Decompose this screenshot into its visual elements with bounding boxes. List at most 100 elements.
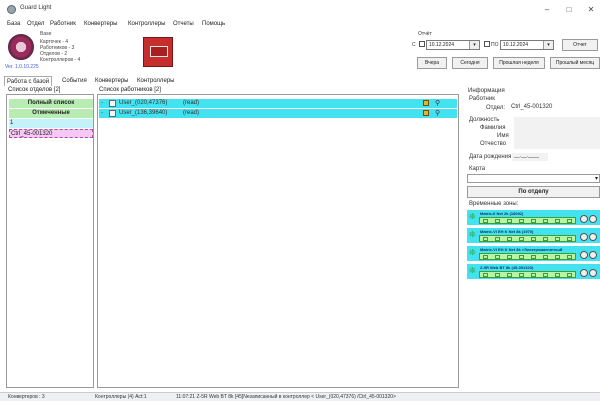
to-checkbox[interactable] [484,41,490,47]
tab-controllers[interactable]: Контроллеры [135,76,176,86]
worker-mode: (read) [183,100,200,106]
toggle-on[interactable] [580,233,588,241]
menu-base[interactable]: База [7,21,20,27]
zone-title: Matrix-VI EH K Net 8k <Электромагнитный [480,247,563,252]
birth-field[interactable]: __.__.____ [512,153,548,161]
toggle-on[interactable] [580,251,588,259]
patronymic-label: Отчество [480,141,507,147]
zone-title: Matrix-II Net 2k (18092) [480,211,524,216]
card-select[interactable]: ▾ [467,174,600,183]
calendar-dropdown-icon[interactable]: ▾ [469,41,479,49]
patronymic-value [514,141,600,149]
toggle-on[interactable] [580,269,588,277]
menu-worker[interactable]: Работник [50,21,76,27]
from-checkbox[interactable] [419,41,425,47]
app-icon [7,5,16,14]
toggle-off[interactable] [589,251,597,259]
zone-title: Z-5R Web BT 8k (45-001320) [480,265,534,270]
birth-value: __.__.____ [514,153,540,159]
calendar-dropdown-icon[interactable]: ▾ [543,41,553,49]
menu-converters[interactable]: Конвертеры [84,21,117,27]
last-month-button[interactable]: Прошлый месяц [550,57,600,69]
version-label: Ver. 1.0.10.225 [5,64,39,70]
workers-list[interactable]: - User_(020,47376) (read) ⚲ - User_(136,… [97,94,459,388]
zone-row[interactable]: ❊ Matrix-VI EH K Net 8k <Электромагнитны… [467,246,600,261]
surname-label: Фамилия [480,125,506,131]
maximize-button[interactable]: □ [560,4,578,16]
controllers-count: Контроллеров - 4 [40,57,81,63]
departments-header-text: Список отделов [2] [8,87,61,93]
menu-controllers[interactable]: Контроллеры [128,21,165,27]
tab-converters[interactable]: Конвертеры [93,76,130,86]
title-bar: Guard Light – □ ✕ [0,0,600,20]
status-message: 11:07:21 Z-5R Web BT 8k [45]Neзаписанный… [176,394,396,400]
yesterday-button[interactable]: Вчера [417,57,447,69]
menu-help[interactable]: Помощь [202,21,225,27]
controller-device-image [143,37,173,67]
card-icon[interactable] [423,110,429,116]
zone-title: Matrix-VI EH K Net 8k (1970) [480,229,534,234]
toggle-off[interactable] [589,233,597,241]
expand-icon[interactable]: - [101,99,103,108]
name-value [514,133,600,141]
last-week-button[interactable]: Прошлая неделя [493,57,545,69]
report-button[interactable]: Отчет [562,39,598,51]
tab-database[interactable]: Работа с базой [4,76,53,86]
zone-cells [479,271,576,278]
toggle-on[interactable] [580,215,588,223]
to-label: ПО [491,42,499,48]
close-button[interactable]: ✕ [582,4,600,16]
to-date-value: 10.12.2024 [503,42,529,48]
from-label: С [412,42,416,48]
expand-icon[interactable]: - [101,109,103,118]
dept-label: Отдел: [486,105,506,111]
zone-row[interactable]: ❊ Matrix-II Net 2k (18092) [467,210,600,225]
by-department-button[interactable]: По отделу [467,186,600,198]
worker-row[interactable]: - User_(020,47376) (read) ⚲ [99,99,457,108]
zone-row[interactable]: ❊ Z-5R Web BT 8k (45-001320) [467,264,600,279]
surname-value [514,125,600,133]
window-title: Guard Light [20,5,52,11]
worker-label: Работник [469,96,495,102]
zone-row[interactable]: ❊ Matrix-VI EH K Net 8k (1970) [467,228,600,243]
today-button[interactable]: Сегодня [452,57,488,69]
dept-item-ctrl[interactable]: Ctrl_45-001320 [9,129,93,138]
gear-icon: ❊ [469,266,476,275]
name-label: Имя [497,133,509,139]
tab-events[interactable]: События [60,76,89,86]
dept-full-list[interactable]: Полный список [9,99,93,108]
worker-mode: (read) [183,110,200,116]
worker-row[interactable]: - User_(136,39640) (read) ⚲ [99,109,457,118]
status-bar: Конвертеров : 3 Контроллеры (4) Act:1 11… [0,392,600,401]
person-icon[interactable]: ⚲ [435,99,440,108]
worker-checkbox[interactable] [109,100,116,107]
to-date-input[interactable]: 10.12.2024 ▾ [500,40,554,50]
zone-cells [479,253,576,260]
dept-item-1[interactable]: 1 [9,119,93,128]
menu-reports[interactable]: Отчеты [173,21,194,27]
toggle-off[interactable] [589,215,597,223]
zones-label: Временные зоны: [469,201,519,207]
menu-bar: База Отдел Работник Конвертеры Контролле… [0,20,600,30]
departments-list[interactable]: Полный список Отмеченные 1 Ctrl_45-00132… [6,94,94,388]
menu-department[interactable]: Отдел [27,21,44,27]
info-panel: Информация Работник Отдел: Ctrl_45-00132… [466,87,600,385]
person-icon[interactable]: ⚲ [435,109,440,118]
workers-header-text: Список работников [2] [99,87,161,93]
gear-icon: ❊ [469,230,476,239]
status-converters: Конвертеров : 3 [8,394,45,400]
toggle-off[interactable] [589,269,597,277]
gear-icon: ❊ [469,212,476,221]
birth-label: Дата рождения [469,154,512,160]
minimize-button[interactable]: – [538,4,556,16]
status-controllers: Контроллеры (4) Act:1 [95,394,147,400]
gear-icon: ❊ [469,248,476,257]
base-title: Base [40,31,52,37]
worker-checkbox[interactable] [109,110,116,117]
dept-marked[interactable]: Отмеченные [9,109,93,118]
from-date-input[interactable]: 10.12.2024 ▾ [426,40,480,50]
card-icon[interactable] [423,100,429,106]
from-date-value: 10.12.2024 [429,42,455,48]
worker-name: User_(136,39640) [119,110,168,116]
dept-value: Ctrl_45-001320 [511,104,553,110]
